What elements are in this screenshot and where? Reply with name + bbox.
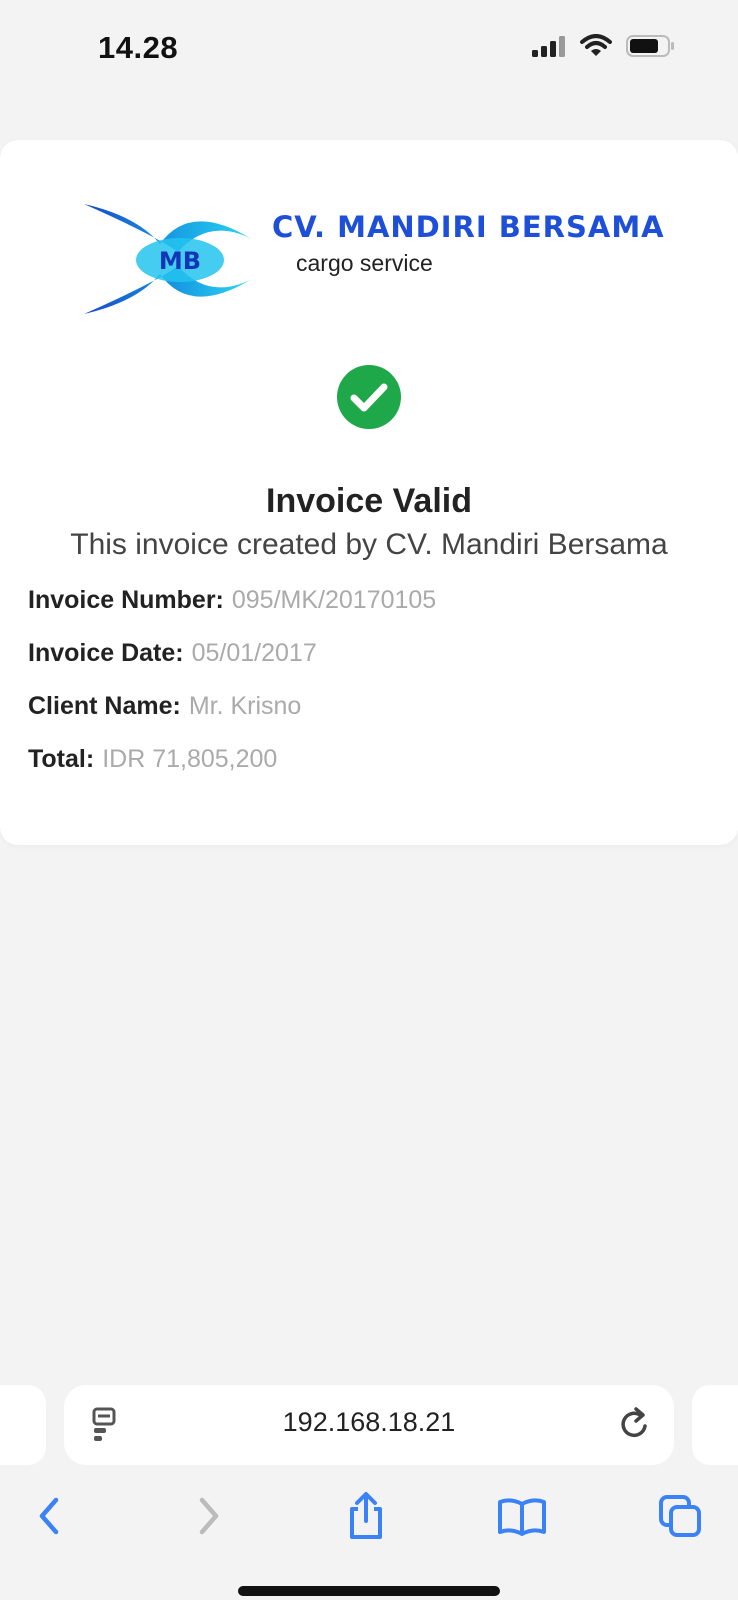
back-button[interactable] bbox=[20, 1486, 80, 1546]
detail-row-total: Total: IDR 71,805,200 bbox=[28, 739, 718, 792]
status-time: 14.28 bbox=[98, 30, 179, 65]
check-circle-icon bbox=[337, 365, 401, 429]
status-bar: 14.28 bbox=[0, 0, 738, 100]
detail-row-client-name: Client Name: Mr. Krisno bbox=[28, 686, 718, 739]
bookmarks-icon bbox=[498, 1498, 546, 1536]
company-name: CV. MANDIRI BERSAMA bbox=[272, 210, 665, 244]
browser-chrome: 192.168.18.21 bbox=[0, 1370, 738, 1600]
share-button[interactable] bbox=[336, 1486, 396, 1546]
forward-button[interactable] bbox=[178, 1486, 238, 1546]
previous-tab-peek[interactable] bbox=[0, 1385, 46, 1465]
forward-icon bbox=[199, 1497, 219, 1535]
logo-monogram: MB bbox=[159, 247, 201, 275]
detail-value: 05/01/2017 bbox=[191, 639, 317, 667]
url-text[interactable]: 192.168.18.21 bbox=[64, 1407, 674, 1438]
detail-label: Invoice Date: bbox=[28, 639, 184, 667]
tabs-icon bbox=[659, 1495, 701, 1537]
detail-label: Invoice Number: bbox=[28, 586, 224, 614]
signal-icon bbox=[532, 35, 566, 62]
company-tagline: cargo service bbox=[296, 250, 433, 276]
detail-value: 095/MK/20170105 bbox=[231, 586, 437, 614]
next-tab-peek[interactable] bbox=[692, 1385, 738, 1465]
wifi-icon bbox=[580, 34, 612, 63]
status-title: Invoice Valid bbox=[266, 482, 472, 520]
detail-row-invoice-number: Invoice Number: 095/MK/20170105 bbox=[28, 580, 718, 633]
share-icon bbox=[350, 1492, 382, 1539]
battery-icon bbox=[626, 34, 676, 63]
reload-icon[interactable] bbox=[618, 1406, 652, 1447]
detail-label: Total: bbox=[28, 745, 95, 773]
detail-value: IDR 71,805,200 bbox=[102, 745, 278, 773]
company-logo: MB CV. MANDIRI BERSAMA cargo service bbox=[82, 196, 664, 322]
invoice-details: Invoice Number: 095/MK/20170105 Invoice D… bbox=[28, 580, 718, 792]
status-subtitle: This invoice created by CV. Mandiri Bers… bbox=[70, 528, 668, 561]
bookmarks-button[interactable] bbox=[492, 1486, 552, 1546]
tabs-button[interactable] bbox=[650, 1486, 710, 1546]
browser-toolbar bbox=[0, 1486, 738, 1560]
logo-mark: MB bbox=[84, 204, 250, 314]
detail-row-invoice-date: Invoice Date: 05/01/2017 bbox=[28, 633, 718, 686]
detail-label: Client Name: bbox=[28, 692, 181, 720]
detail-value: Mr. Krisno bbox=[188, 692, 302, 720]
home-indicator[interactable] bbox=[238, 1586, 500, 1596]
back-icon bbox=[39, 1497, 59, 1535]
status-icons bbox=[532, 34, 676, 63]
invoice-card: MB CV. MANDIRI BERSAMA cargo service Inv… bbox=[0, 140, 738, 845]
address-bar[interactable]: 192.168.18.21 bbox=[64, 1385, 674, 1465]
